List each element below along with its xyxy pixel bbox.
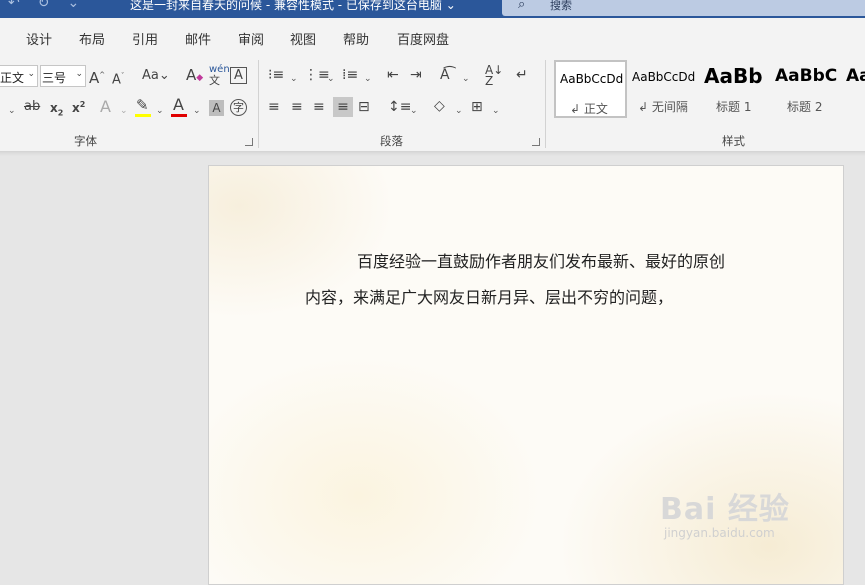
align-right-icon[interactable]: ≡ <box>313 99 325 115</box>
paragraph-line-2: 内容，来满足广大网友日新月异、层出不穷的问题， <box>305 288 674 307</box>
tab-view[interactable]: 视图 <box>290 29 316 48</box>
asian-layout-icon[interactable]: A͡ <box>440 67 450 83</box>
chevron-down-icon[interactable]: ⌄ <box>410 103 418 119</box>
style-preview: AaBbCcDd <box>560 72 624 86</box>
chevron-down-icon: ⌄ <box>27 69 35 79</box>
shading-icon[interactable]: ◇ <box>434 98 445 114</box>
group-divider <box>258 60 259 148</box>
quick-access-toolbar: ↶ ↻ ⌄ <box>8 0 79 11</box>
subscript-icon[interactable]: x2 <box>50 100 63 121</box>
document-title[interactable]: 这是一封来自春天的问候 - 兼容性模式 - 已保存到这台电脑 ⌄ <box>130 0 456 13</box>
watermark-logo-text: Bai 经验 <box>660 492 790 527</box>
highlight-color-bar <box>135 114 151 117</box>
style-name: ↲ 正文 <box>570 102 608 116</box>
chevron-down-icon[interactable]: ⌄ <box>455 103 463 119</box>
justify-icon[interactable]: ≡ <box>333 97 353 117</box>
group-divider <box>545 60 546 148</box>
ribbon-tabs: 设计 布局 引用 邮件 审阅 视图 帮助 百度网盘 <box>0 18 865 56</box>
watermark-logo: Bai 经验 jingyan.baidu.com <box>660 480 860 560</box>
style-no-spacing[interactable]: AaBbCcDd ↲ 无间隔 <box>628 60 698 118</box>
character-border-icon[interactable]: A <box>230 67 247 84</box>
decrease-indent-icon[interactable]: ⇤ <box>387 67 399 83</box>
style-preview: AaBb <box>704 64 763 88</box>
tab-help[interactable]: 帮助 <box>343 29 369 48</box>
tab-review[interactable]: 审阅 <box>238 29 264 48</box>
sort-icon[interactable]: A↓ Z <box>485 64 503 87</box>
style-heading-2[interactable]: AaBbC 标题 2 <box>771 60 837 118</box>
watermark-url: jingyan.baidu.com <box>664 526 775 540</box>
search-icon: ⌕ <box>518 0 526 12</box>
align-left-icon[interactable]: ≡ <box>268 99 280 115</box>
superscript-icon[interactable]: x2 <box>72 97 85 116</box>
change-case-icon[interactable]: Aa⌄ <box>142 68 170 84</box>
font-color-icon[interactable]: A <box>173 97 184 113</box>
style-title[interactable]: Aa <box>842 60 865 118</box>
chevron-down-icon[interactable]: ⌄ <box>193 103 201 119</box>
redo-icon[interactable]: ↻ <box>38 0 50 11</box>
style-name: 标题 1 <box>716 100 752 114</box>
shrink-font-icon[interactable]: Aˇ <box>112 68 124 88</box>
undo-icon[interactable]: ↶ <box>8 0 20 11</box>
tab-baidu-netdisk[interactable]: 百度网盘 <box>397 29 449 48</box>
strikethrough-icon[interactable]: ab <box>24 99 40 115</box>
font-size-value: 三号 <box>42 71 67 85</box>
enclose-characters-icon[interactable]: 字 <box>230 99 247 116</box>
title-bar: ↶ ↻ ⌄ 这是一封来自春天的问候 - 兼容性模式 - 已保存到这台电脑 ⌄ ⌕… <box>0 0 865 18</box>
increase-indent-icon[interactable]: ⇥ <box>410 67 422 83</box>
document-paragraph[interactable]: 百度经验一直鼓励作者朋友们发布最新、最好的原创 内容，来满足广大网友日新月异、层… <box>305 244 765 316</box>
style-preview: Aa <box>846 66 865 86</box>
font-name-combo[interactable]: 正文 ⌄ <box>0 65 38 87</box>
line-spacing-icon[interactable]: ↕≡ <box>388 99 411 115</box>
style-preview: AaBbC <box>775 66 837 86</box>
style-heading-1[interactable]: AaBb 标题 1 <box>700 60 766 118</box>
style-name: 标题 2 <box>787 100 823 114</box>
paragraph-group-label: 段落 <box>380 134 403 148</box>
distributed-icon[interactable]: ⊟ <box>358 99 370 115</box>
tab-mailings[interactable]: 邮件 <box>185 29 211 48</box>
styles-gallery: AaBbCcDd ↲ 正文 AaBbCcDd ↲ 无间隔 AaBb 标题 1 A… <box>552 58 865 122</box>
chevron-down-icon[interactable]: ⌄ <box>8 103 16 119</box>
chevron-down-icon[interactable]: ⌄ <box>462 71 470 87</box>
chevron-down-icon[interactable]: ⌄ <box>327 71 335 87</box>
grow-font-icon[interactable]: A^ <box>89 67 105 86</box>
font-group-label: 字体 <box>74 134 97 148</box>
search-box[interactable]: ⌕ 搜索 <box>502 0 865 16</box>
font-name-value: 正文 <box>0 71 25 85</box>
search-label: 搜索 <box>550 0 572 12</box>
align-center-icon[interactable]: ≡ <box>291 99 303 115</box>
tab-design[interactable]: 设计 <box>26 29 52 48</box>
chevron-down-icon[interactable]: ⌄ <box>120 103 128 119</box>
ribbon: 正文 ⌄ 三号 ⌄ A^ Aˇ Aa⌄ A◆ wén 文 A ⌄ ab x2 x2… <box>0 56 865 152</box>
font-size-combo[interactable]: 三号 ⌄ <box>40 65 86 87</box>
borders-icon[interactable]: ⊞ <box>471 99 483 115</box>
style-normal[interactable]: AaBbCcDd ↲ 正文 <box>554 60 627 118</box>
chevron-down-icon[interactable]: ⌄ <box>492 103 500 119</box>
show-marks-icon[interactable]: ↵ <box>516 67 528 83</box>
text-effects-icon[interactable]: A <box>100 99 111 115</box>
character-shading-icon[interactable]: A <box>209 100 224 116</box>
chevron-down-icon[interactable]: ⌄ <box>290 71 298 87</box>
tab-references[interactable]: 引用 <box>132 29 158 48</box>
bullets-icon[interactable]: ⁝≡ <box>268 67 284 83</box>
font-color-bar <box>171 114 187 117</box>
chevron-down-icon[interactable]: ⌄ <box>156 103 164 119</box>
font-dialog-launcher[interactable] <box>245 138 253 146</box>
tab-layout[interactable]: 布局 <box>79 29 105 48</box>
multilevel-list-icon[interactable]: ⁞≡ <box>342 67 358 83</box>
numbering-icon[interactable]: ⋮≡ <box>304 67 330 83</box>
style-name: ↲ 无间隔 <box>638 100 688 114</box>
chevron-down-icon[interactable]: ⌄ <box>364 71 372 87</box>
phonetic-guide-icon[interactable]: wén 文 <box>209 64 230 87</box>
highlight-icon[interactable]: ✎ <box>136 97 149 113</box>
clear-formatting-icon[interactable]: A◆ <box>186 67 203 86</box>
styles-group-label: 样式 <box>722 134 745 148</box>
paragraph-line-1: 百度经验一直鼓励作者朋友们发布最新、最好的原创 <box>357 252 726 271</box>
paragraph-dialog-launcher[interactable] <box>532 138 540 146</box>
customize-qat-icon[interactable]: ⌄ <box>67 0 79 11</box>
chevron-down-icon: ⌄ <box>75 69 83 79</box>
style-preview: AaBbCcDd <box>632 70 696 84</box>
